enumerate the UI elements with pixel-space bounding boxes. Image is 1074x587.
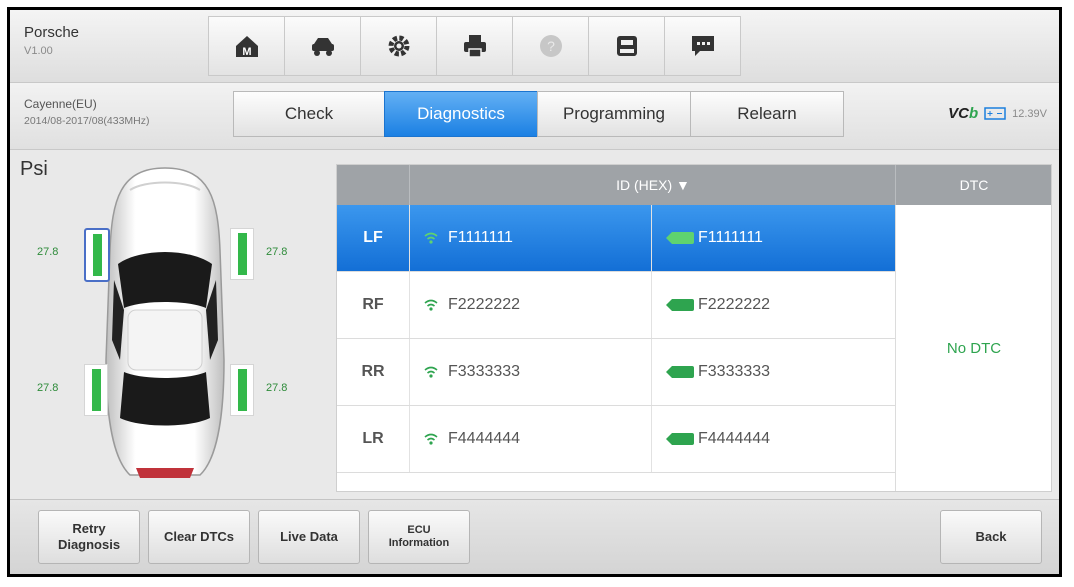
function-tabs: Check Diagnostics Programming Relearn	[233, 91, 844, 137]
vehicle-menu-button[interactable]	[284, 16, 360, 76]
row-position: LF	[363, 229, 383, 246]
wifi-signal-icon	[424, 232, 438, 244]
tire-indicator-rf[interactable]	[230, 228, 254, 280]
tire-indicator-lr[interactable]	[84, 364, 108, 416]
home-button[interactable]: M	[208, 16, 284, 76]
sensor-id-value: F4444444	[448, 430, 521, 447]
clear-dtcs-button[interactable]: Clear DTCs	[148, 510, 250, 564]
tire-pressure-lf: 27.8	[37, 246, 59, 258]
tire-level-lr	[91, 369, 101, 411]
tag-id-cell: F3333333	[651, 339, 895, 405]
main-content: Psi 27.8 27.8 27.8 27.8 ID (HEX) ▼ DTC L…	[10, 150, 1059, 502]
tire-indicator-rr[interactable]	[230, 364, 254, 416]
app-frame: Porsche V1.00 M ? Cayenne(EU) 2014/08-20…	[7, 7, 1062, 577]
ecu-label-line2: Information	[388, 537, 450, 549]
bottom-bar: Retry Diagnosis Clear DTCs Live Data ECU I…	[10, 499, 1059, 574]
sensor-id-cell: F1111111	[409, 205, 651, 271]
retry-label-line2: Diagnosis	[57, 537, 121, 552]
dtc-status: No DTC	[895, 205, 1052, 491]
tag-id-cell: F1111111	[651, 205, 895, 271]
function-bar: Cayenne(EU) 2014/08-2017/08(433MHz) Chec…	[10, 83, 1059, 150]
wifi-signal-icon	[424, 433, 438, 445]
wifi-signal-icon	[424, 299, 438, 311]
sensor-tag-icon	[666, 433, 694, 445]
tag-id-value: F4444444	[698, 430, 771, 447]
vehicle-details: 2014/08-2017/08(433MHz)	[24, 115, 150, 127]
toolbar: M ?	[208, 16, 741, 76]
table-row-lr[interactable]: LR F4444444 F4444444	[337, 406, 895, 473]
column-header-id[interactable]: ID (HEX) ▼	[409, 165, 896, 205]
tire-pressure-rr: 27.8	[266, 382, 288, 394]
table-row-rr[interactable]: RR F3333333 F3333333	[337, 339, 895, 406]
save-button[interactable]	[588, 16, 664, 76]
help-button[interactable]: ?	[512, 16, 588, 76]
row-position: RR	[361, 363, 385, 380]
connection-status: VCb 12.39V	[948, 105, 1047, 122]
vehicle-icon	[311, 38, 334, 56]
table-header: ID (HEX) ▼ DTC	[337, 165, 1051, 205]
print-icon	[463, 35, 486, 58]
tag-id-value: F2222222	[698, 296, 771, 313]
row-position: LR	[362, 430, 384, 447]
battery-icon	[984, 107, 1006, 120]
vehicle-model: Cayenne(EU)	[24, 97, 97, 111]
tire-level-lf	[92, 234, 102, 276]
vci-indicator: VCb	[948, 105, 979, 122]
sensor-id-value: F3333333	[448, 363, 521, 380]
message-button[interactable]	[664, 16, 741, 76]
sensor-id-value: F2222222	[448, 296, 521, 313]
row-position: RF	[362, 296, 384, 313]
brand: Porsche V1.00	[24, 24, 79, 57]
pressure-unit: Psi	[20, 158, 48, 180]
home-icon: M	[235, 36, 258, 58]
settings-icon	[388, 35, 409, 57]
tab-relearn[interactable]: Relearn	[690, 91, 844, 137]
tag-id-cell: F2222222	[651, 272, 895, 338]
sensor-id-cell: F4444444	[409, 406, 651, 472]
top-bar: Porsche V1.00 M ?	[10, 10, 1059, 83]
tag-id-cell: F4444444	[651, 406, 895, 472]
ecu-information-button[interactable]: ECU Information	[368, 510, 470, 564]
retry-label-line1: Retry	[72, 521, 106, 537]
tab-check[interactable]: Check	[233, 91, 384, 137]
sensor-table: ID (HEX) ▼ DTC LF F1111111 F1111111 RF F…	[336, 164, 1052, 492]
tire-indicator-lf[interactable]	[84, 228, 110, 282]
live-data-button[interactable]: Live Data	[258, 510, 360, 564]
software-version: V1.00	[24, 45, 53, 57]
message-icon	[691, 36, 714, 56]
table-row-lf[interactable]: LF F1111111 F1111111	[337, 205, 895, 272]
sensor-tag-icon	[666, 232, 694, 244]
tire-level-rr	[237, 369, 247, 411]
svg-text:?: ?	[547, 38, 555, 54]
tag-id-value: F1111111	[698, 229, 763, 246]
print-button[interactable]	[436, 16, 512, 76]
battery-voltage: 12.39V	[1012, 107, 1047, 120]
tire-pressure-lr: 27.8	[37, 382, 59, 394]
brand-name: Porsche	[24, 24, 80, 41]
tab-programming[interactable]: Programming	[537, 91, 690, 137]
sensor-id-cell: F2222222	[409, 272, 651, 338]
vehicle-info: Cayenne(EU) 2014/08-2017/08(433MHz)	[24, 97, 150, 127]
wifi-signal-icon	[424, 366, 438, 378]
tab-diagnostics[interactable]: Diagnostics	[384, 91, 537, 137]
column-header-dtc: DTC	[895, 165, 1052, 205]
tire-pressure-rf: 27.8	[266, 246, 288, 258]
table-row-rf[interactable]: RF F2222222 F2222222	[337, 272, 895, 339]
help-icon: ?	[539, 35, 562, 57]
save-icon	[616, 36, 637, 56]
settings-button[interactable]	[360, 16, 436, 76]
sensor-tag-icon	[666, 299, 694, 311]
car-top-view	[105, 167, 225, 478]
sensor-id-cell: F3333333	[409, 339, 651, 405]
sensor-tag-icon	[666, 366, 694, 378]
tire-level-rf	[237, 233, 247, 275]
sensor-id-value: F1111111	[448, 229, 513, 246]
retry-diagnosis-button[interactable]: Retry Diagnosis	[38, 510, 140, 564]
back-button[interactable]: Back	[940, 510, 1042, 564]
svg-text:M: M	[242, 46, 251, 58]
tag-id-value: F3333333	[698, 363, 771, 380]
ecu-label-line1: ECU	[407, 523, 431, 536]
